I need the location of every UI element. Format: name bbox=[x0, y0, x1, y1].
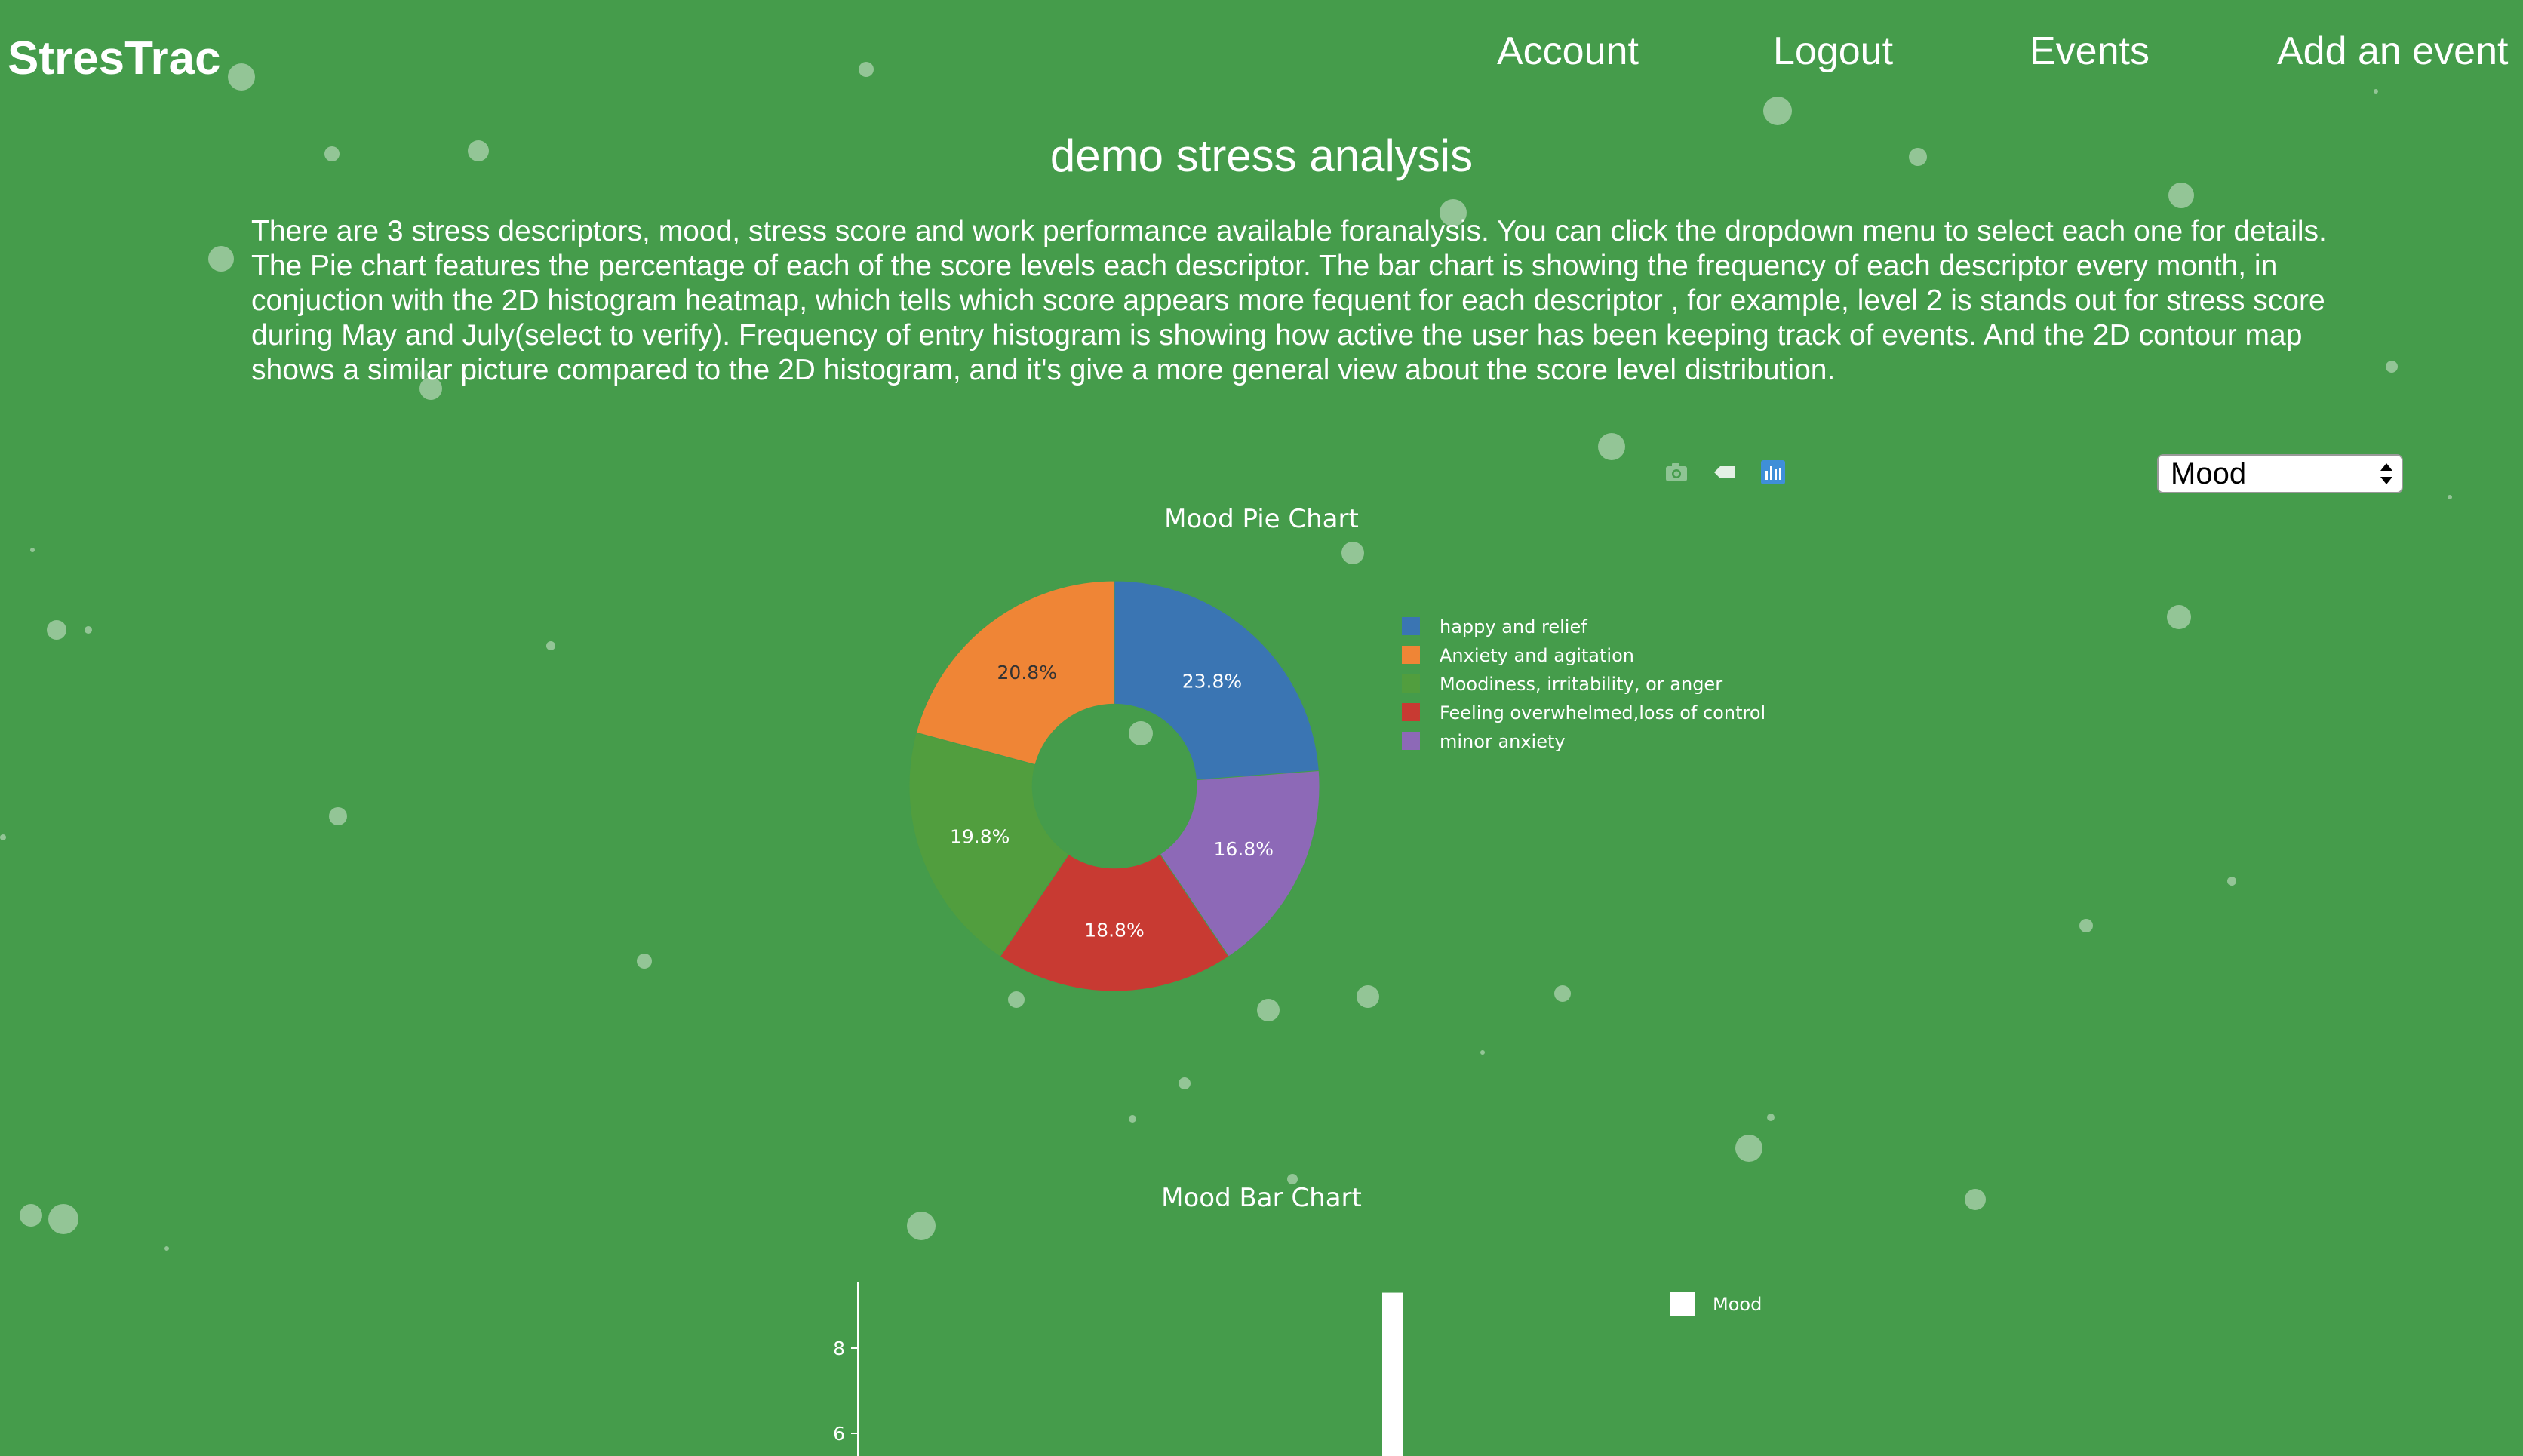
legend-swatch[interactable] bbox=[1402, 674, 1420, 693]
legend-label[interactable]: Mood bbox=[1713, 1294, 1762, 1315]
bg-bubble bbox=[1598, 433, 1625, 460]
legend-label[interactable]: Anxiety and agitation bbox=[1440, 645, 1634, 666]
legend-swatch[interactable] bbox=[1402, 646, 1420, 664]
legend-swatch[interactable] bbox=[1402, 732, 1420, 750]
bar-y-tick-label: 8 bbox=[833, 1338, 845, 1359]
bg-bubble bbox=[228, 63, 255, 91]
descriptor-dropdown[interactable]: Mood bbox=[2157, 454, 2403, 493]
pie-slice-label: 23.8% bbox=[1182, 670, 1242, 692]
nav-add-event-link[interactable]: Add an event bbox=[2277, 29, 2508, 74]
bg-bubble bbox=[2374, 89, 2378, 94]
updown-arrows-icon bbox=[2380, 463, 2392, 484]
legend-swatch[interactable] bbox=[1402, 617, 1420, 635]
bg-bubble bbox=[30, 548, 35, 552]
legend-label[interactable]: minor anxiety bbox=[1440, 731, 1566, 752]
legend-label[interactable]: Feeling overwhelmed,loss of control bbox=[1440, 702, 1765, 723]
nav-logout-link[interactable]: Logout bbox=[1773, 29, 1893, 74]
pie-slice-label: 19.8% bbox=[950, 826, 1010, 848]
legend-swatch[interactable] bbox=[1402, 703, 1420, 721]
bar-y-tick-label: 6 bbox=[833, 1423, 845, 1445]
pie-chart-title: Mood Pie Chart bbox=[1164, 504, 1359, 534]
bg-bubble bbox=[1735, 1135, 1762, 1162]
page-description: There are 3 stress descriptors, mood, st… bbox=[251, 215, 2327, 386]
bar-chart-title: Mood Bar Chart bbox=[1161, 1183, 1362, 1213]
bar-mark[interactable] bbox=[1382, 1292, 1403, 1456]
legend-label[interactable]: Moodiness, irritability, or anger bbox=[1440, 674, 1722, 695]
bg-bubble bbox=[2168, 183, 2194, 208]
bg-bubble bbox=[1129, 1115, 1136, 1123]
plotly-logo-icon[interactable] bbox=[1758, 459, 1788, 486]
pie-slice-label: 18.8% bbox=[1084, 919, 1144, 941]
bar-chart: 8 6 Mood bbox=[833, 1282, 1762, 1456]
nav-events-link[interactable]: Events bbox=[2030, 29, 2150, 74]
bg-bubble bbox=[907, 1212, 936, 1240]
bg-bubble bbox=[2386, 361, 2398, 373]
nav-account-link[interactable]: Account bbox=[1497, 29, 1639, 74]
legend-label[interactable]: happy and relief bbox=[1440, 616, 1587, 637]
camera-icon[interactable] bbox=[1661, 459, 1692, 486]
page-title: demo stress analysis bbox=[1049, 131, 1474, 181]
bg-bubble bbox=[1763, 97, 1792, 125]
bg-bubble bbox=[208, 246, 234, 272]
pie-slice-label: 16.8% bbox=[1214, 838, 1274, 860]
legend-swatch[interactable] bbox=[1670, 1292, 1695, 1316]
brand-logo[interactable]: StresTrac bbox=[8, 32, 221, 85]
tag-icon[interactable] bbox=[1710, 459, 1740, 486]
bg-bubble bbox=[2448, 495, 2452, 499]
bg-bubble bbox=[1767, 1114, 1775, 1121]
pie-chart: 23.8% 16.8% 18.8% 19.8% 20.8% happy and reli… bbox=[908, 580, 1765, 992]
pie-slice-label: 20.8% bbox=[997, 662, 1057, 683]
descriptor-dropdown-value: Mood bbox=[2171, 457, 2247, 490]
bg-bubble bbox=[164, 1246, 169, 1251]
bg-bubble bbox=[859, 62, 874, 77]
